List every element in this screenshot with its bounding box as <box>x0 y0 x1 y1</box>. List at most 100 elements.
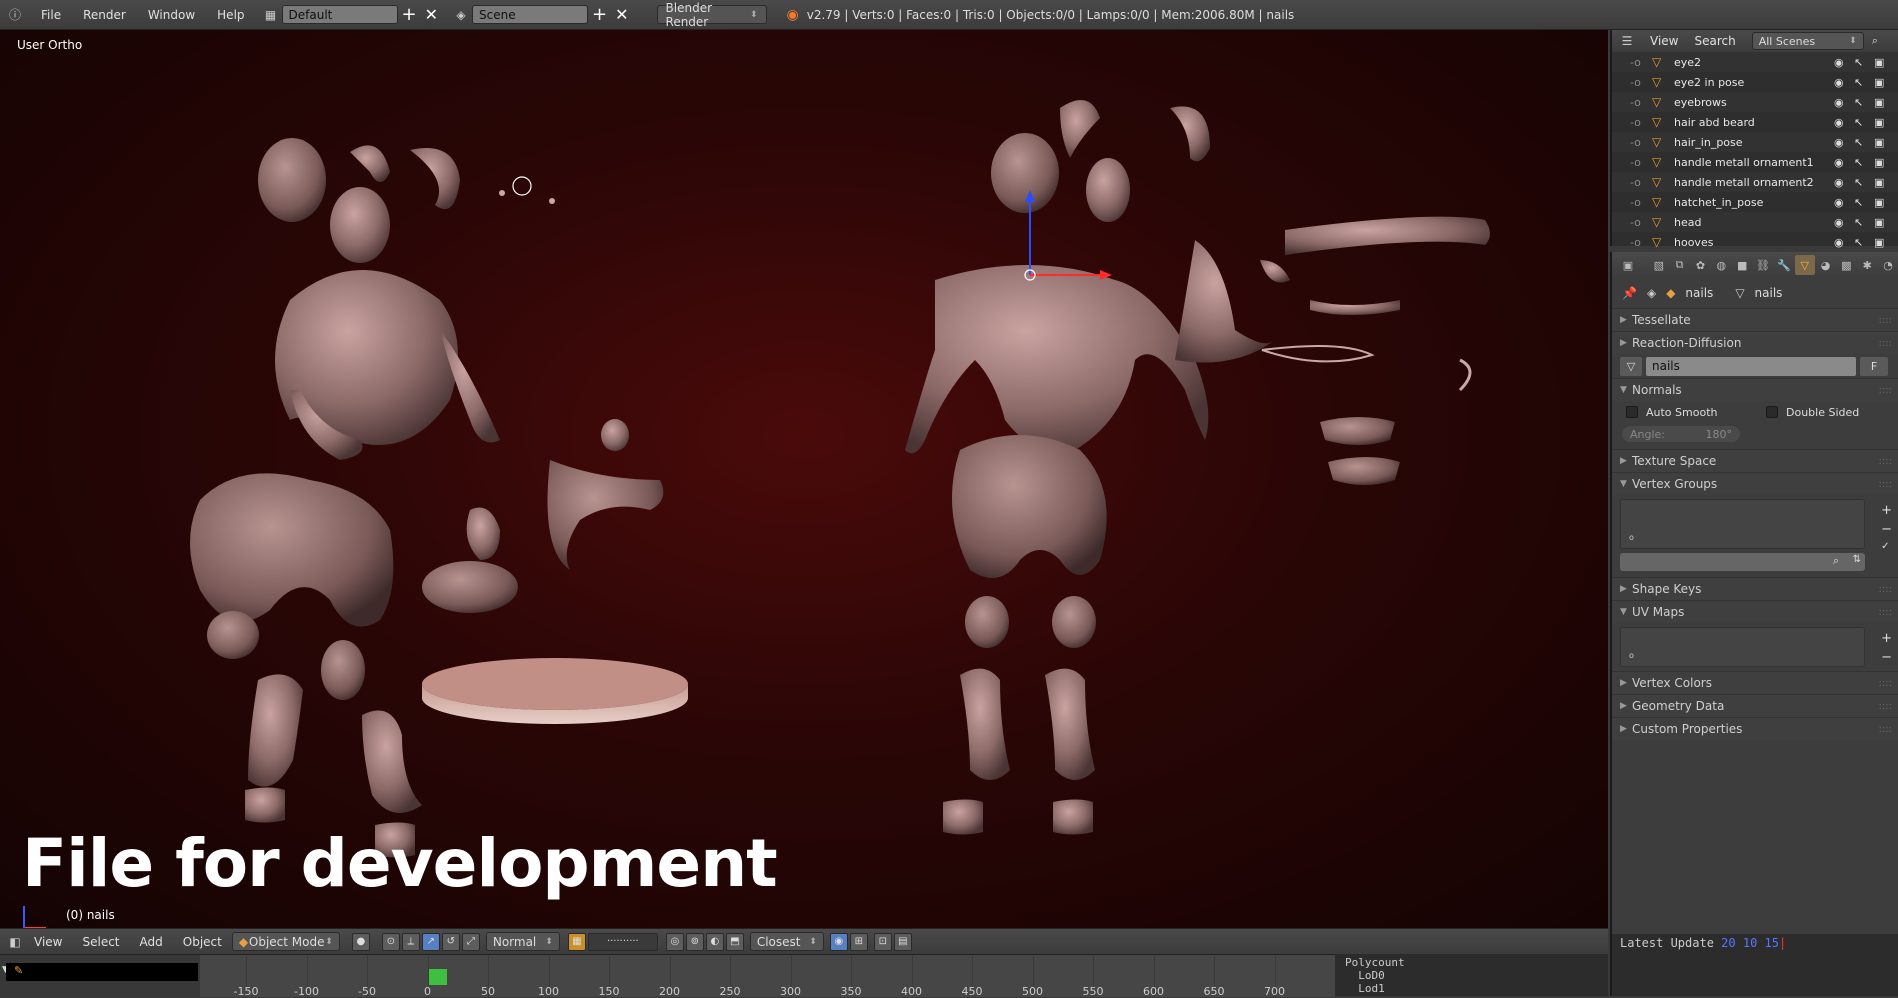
menu-file[interactable]: File <box>30 8 72 22</box>
timeline-ruler[interactable]: -150 -100 -50 0 50 100 150 200 250 300 350 400 450 50… <box>200 955 1335 998</box>
eye-icon[interactable]: ◉ <box>1834 196 1844 209</box>
outliner-row-name[interactable]: hair abd beard <box>1674 116 1755 129</box>
panel-reaction-diffusion[interactable]: ▶ Reaction-Diffusion :::: <box>1612 331 1898 354</box>
panel-normals[interactable]: ▼ Normals :::: <box>1612 378 1898 401</box>
proportional-icon[interactable]: ◎ <box>665 932 684 951</box>
rotate-icon[interactable]: ↺ <box>441 932 460 951</box>
camera-icon[interactable]: ▣ <box>1874 196 1884 209</box>
panel-geometry-data[interactable]: ▶ Geometry Data :::: <box>1612 694 1898 717</box>
info-icon[interactable]: ⓘ <box>6 6 24 24</box>
cursor-icon[interactable]: ↖ <box>1854 156 1863 169</box>
outliner-row[interactable]: -o ▽ handle metall ornament1 ◉ ↖ ▣ <box>1612 152 1898 172</box>
outliner-row[interactable]: -o ▽ handle metall ornament2 ◉ ↖ ▣ <box>1612 172 1898 192</box>
vertex-group-list[interactable]: o <box>1620 499 1865 549</box>
editor-type-icon[interactable]: ◧ <box>6 933 24 951</box>
eye-icon[interactable]: ◉ <box>1834 176 1844 189</box>
scale-icon[interactable]: ⤢ <box>461 932 480 951</box>
render-tab-icon[interactable]: ▧ <box>1649 255 1669 275</box>
drag-handle-icon[interactable]: :::: <box>1879 724 1892 735</box>
mesh-name-field[interactable]: nails <box>1646 356 1856 376</box>
drag-handle-icon[interactable]: :::: <box>1879 701 1892 712</box>
drag-handle-icon[interactable]: :::: <box>1879 479 1892 490</box>
menu-add[interactable]: Add <box>130 935 173 949</box>
drag-handle-icon[interactable]: :::: <box>1879 456 1892 467</box>
cursor-icon[interactable]: ↖ <box>1854 236 1863 249</box>
camera-icon[interactable]: ▣ <box>1874 96 1884 109</box>
eye-icon[interactable]: ◉ <box>1834 76 1844 89</box>
eye-icon[interactable]: ◉ <box>1834 216 1844 229</box>
eye-icon[interactable]: ◉ <box>1834 136 1844 149</box>
mesh-browse-icon[interactable]: ▽ <box>1620 356 1642 376</box>
camera-icon[interactable]: ⊡ <box>873 932 892 951</box>
current-frame-marker[interactable] <box>428 969 447 985</box>
panel-shape-keys[interactable]: ▶ Shape Keys :::: <box>1612 577 1898 600</box>
drag-handle-icon[interactable]: :::: <box>1879 338 1892 349</box>
eye-icon[interactable]: ◉ <box>1834 236 1844 249</box>
drag-handle-icon[interactable]: :::: <box>1879 607 1892 618</box>
opengl-render-icon[interactable]: ◉ <box>829 932 848 951</box>
drag-handle-icon[interactable]: :::: <box>1879 315 1892 326</box>
search-icon[interactable]: ⌕ <box>1872 34 1878 48</box>
outliner-row[interactable]: -o ▽ head ◉ ↖ ▣ <box>1612 212 1898 232</box>
pivot-icon[interactable]: ⊙ <box>381 932 400 951</box>
add-layout-button[interactable]: + <box>398 5 421 24</box>
material-tab-icon[interactable]: ◕ <box>1816 255 1836 275</box>
cursor-icon[interactable]: ↖ <box>1854 76 1863 89</box>
sort-icon[interactable]: ⇅ <box>1853 554 1861 565</box>
panel-tessellate[interactable]: ▶ Tessellate :::: <box>1612 308 1898 331</box>
outliner-row-name[interactable]: eyebrows <box>1674 96 1727 109</box>
cursor-icon[interactable]: ↖ <box>1854 96 1863 109</box>
drag-handle-icon[interactable]: :::: <box>1879 385 1892 396</box>
render-layers-tab-icon[interactable]: ⧉ <box>1670 255 1690 275</box>
angle-field[interactable]: Angle: 180° <box>1622 426 1740 442</box>
world-tab-icon[interactable]: ◍ <box>1711 255 1731 275</box>
latest-update-panel[interactable]: Latest Update 20 10 15| <box>1610 934 1898 996</box>
outliner-row[interactable]: -o ▽ hatchet_in_pose ◉ ↖ ▣ <box>1612 192 1898 212</box>
outliner-row-name[interactable]: handle metall ornament1 <box>1674 156 1814 169</box>
menu-help[interactable]: Help <box>206 8 255 22</box>
outliner-row[interactable]: -o ▽ hair_in_pose ◉ ↖ ▣ <box>1612 132 1898 152</box>
minus-icon[interactable]: − <box>1881 522 1892 537</box>
object-tab-icon[interactable]: ■ <box>1732 255 1752 275</box>
layout-field[interactable]: Default <box>281 5 398 24</box>
drag-handle-icon[interactable]: :::: <box>1879 678 1892 689</box>
scene-icon[interactable]: ◈ <box>452 6 470 24</box>
outliner-icon[interactable]: ☰ <box>1618 32 1636 50</box>
pin-icon[interactable]: 📌 <box>1622 286 1637 300</box>
cursor-icon[interactable]: ↖ <box>1854 116 1863 129</box>
cursor-icon[interactable]: ↖ <box>1854 56 1863 69</box>
camera-icon[interactable]: ▣ <box>1874 176 1884 189</box>
layers-grid-icon[interactable]: ·········· <box>587 932 658 951</box>
outliner-row-name[interactable]: eye2 <box>1674 56 1701 69</box>
eye-icon[interactable]: ◉ <box>1834 116 1844 129</box>
drag-handle-icon[interactable]: :::: <box>1879 584 1892 595</box>
camera-icon[interactable]: ▣ <box>1874 116 1884 129</box>
physics-tab-icon[interactable]: ◔ <box>1878 255 1898 275</box>
film-icon[interactable]: ▤ <box>893 932 912 951</box>
uv-map-list[interactable]: o <box>1620 627 1865 667</box>
add-scene-button[interactable]: + <box>588 5 611 24</box>
outliner-row[interactable]: -o ▽ eye2 ◉ ↖ ▣ <box>1612 52 1898 72</box>
render-engine-dropdown[interactable]: Blender Render ⬍ <box>656 1 767 29</box>
camera-icon[interactable]: ▣ <box>1874 76 1884 89</box>
object-mode-dropdown[interactable]: ◆ Object Mode ⬍ <box>231 932 340 951</box>
delete-scene-button[interactable]: ✕ <box>611 5 632 24</box>
mesh-data-tab-icon[interactable]: ▽ <box>1794 255 1815 275</box>
cursor-icon[interactable]: ↖ <box>1854 136 1863 149</box>
menu-render[interactable]: Render <box>72 8 137 22</box>
menu-object[interactable]: Object <box>173 935 232 949</box>
camera-icon[interactable]: ▣ <box>1874 136 1884 149</box>
outliner-row-name[interactable]: hair_in_pose <box>1674 136 1743 149</box>
sphere-icon[interactable]: ● <box>351 932 370 951</box>
vertex-group-filter[interactable]: ⌕ ⇅ <box>1620 553 1865 571</box>
list-resize-icon[interactable]: o <box>1629 533 1634 542</box>
snap-target-icon[interactable]: ⬒ <box>725 932 744 951</box>
list-resize-icon[interactable]: o <box>1629 651 1634 660</box>
menu-window[interactable]: Window <box>137 8 206 22</box>
constraints-tab-icon[interactable]: ⛓ <box>1753 255 1773 275</box>
snap-icon[interactable]: ⊚ <box>685 932 704 951</box>
cursor-icon[interactable]: ↖ <box>1854 196 1863 209</box>
outliner-row[interactable]: -o ▽ eye2 in pose ◉ ↖ ▣ <box>1612 72 1898 92</box>
orientation-dropdown[interactable]: Normal ⬍ <box>485 932 560 951</box>
plus-icon[interactable]: + <box>1881 631 1892 646</box>
